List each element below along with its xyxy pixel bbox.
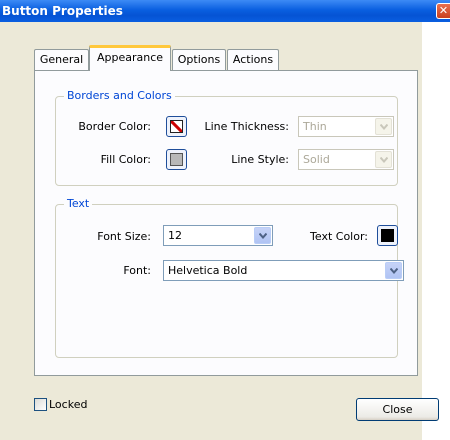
chevron-down-icon (375, 151, 392, 168)
border-color-label: Border Color: (78, 120, 151, 133)
text-color-swatch (381, 229, 394, 242)
font-value: Helvetica Bold (168, 264, 248, 277)
line-thickness-select: Thin (298, 116, 394, 137)
border-color-swatch-icon (170, 120, 183, 133)
line-style-value: Solid (303, 153, 330, 166)
borders-and-colors-group: Borders and Colors (55, 89, 398, 186)
line-thickness-value: Thin (303, 120, 327, 133)
text-group-legend: Text (64, 197, 93, 211)
line-style-label: Line Style: (231, 153, 289, 166)
fill-color-label: Fill Color: (100, 153, 151, 166)
borders-and-colors-legend: Borders and Colors (64, 89, 175, 103)
chevron-down-icon[interactable] (385, 262, 402, 279)
line-thickness-label: Line Thickness: (204, 120, 290, 133)
font-size-label: Font Size: (97, 230, 151, 243)
text-color-label: Text Color: (310, 230, 368, 243)
appearance-panel: Borders and Colors Border Color: Line Th… (34, 70, 418, 376)
tab-actions[interactable]: Actions (227, 49, 279, 70)
locked-label: Locked (49, 398, 88, 411)
fill-color-picker[interactable] (166, 149, 187, 170)
red-diagonal-icon (171, 121, 182, 132)
button-properties-dialog: Button Properties ✕ General Appearance O… (0, 0, 450, 440)
border-color-picker[interactable] (166, 116, 187, 137)
font-label: Font: (123, 264, 151, 277)
line-style-select: Solid (298, 149, 394, 170)
font-size-select[interactable]: 12 (163, 225, 273, 246)
window-title: Button Properties (2, 4, 123, 18)
close-icon[interactable]: ✕ (436, 3, 450, 19)
chevron-down-icon (375, 118, 392, 135)
tab-appearance[interactable]: Appearance (89, 45, 171, 71)
fill-color-swatch (170, 153, 183, 166)
locked-checkbox[interactable] (34, 398, 47, 411)
text-color-picker[interactable] (377, 225, 398, 246)
font-size-value: 12 (168, 229, 182, 242)
tab-options[interactable]: Options (172, 49, 226, 70)
title-bar[interactable]: Button Properties ✕ (0, 0, 450, 22)
chevron-down-icon[interactable] (254, 227, 271, 244)
close-button[interactable]: Close (356, 398, 439, 421)
font-select[interactable]: Helvetica Bold (163, 260, 404, 281)
tab-general[interactable]: General (34, 49, 89, 70)
